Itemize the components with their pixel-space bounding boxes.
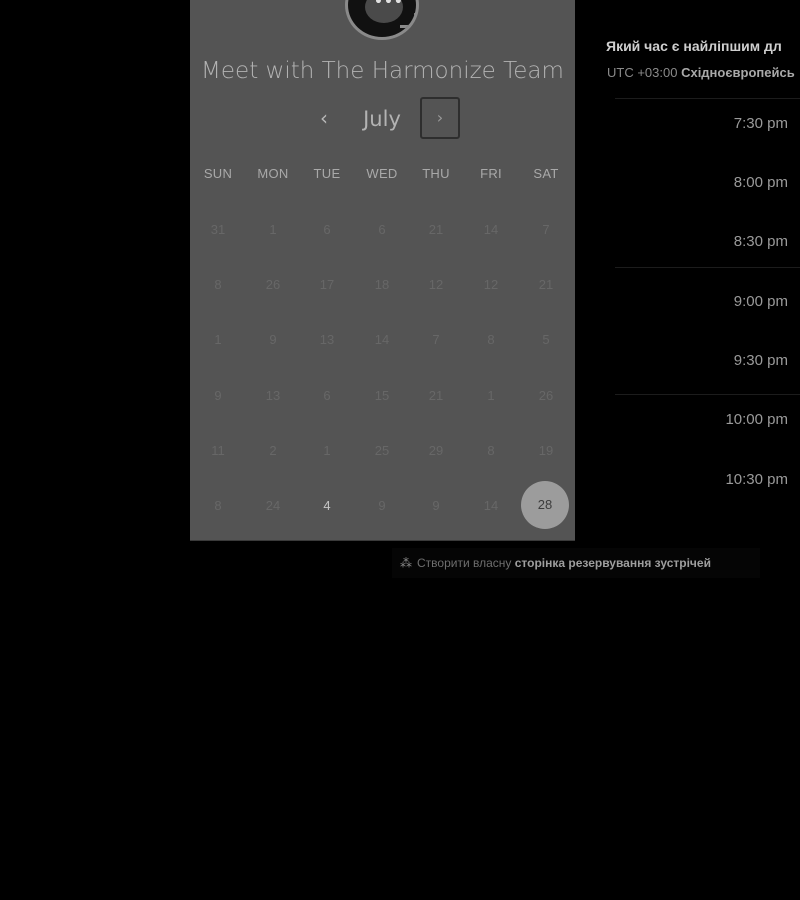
calendar-day: 1	[214, 332, 222, 347]
calendar-day: 5	[542, 332, 550, 347]
weekday-wed: WED	[366, 166, 398, 181]
calendar-day: 21	[538, 277, 554, 292]
create-booking-page-link[interactable]: сторінка резервування зустрічей	[515, 556, 711, 570]
timezone-offset: UTC +03:00	[607, 65, 678, 80]
weekday-tue: TUE	[313, 166, 341, 181]
calendar-day: 8	[487, 332, 495, 347]
time-slot[interactable]: 10:30 pm	[668, 471, 788, 488]
calendar-day: 9	[378, 498, 386, 513]
weekday-fri: FRI	[480, 166, 502, 181]
calendar-day: 14	[483, 498, 499, 513]
calendar-day: 7	[432, 332, 440, 347]
calendar-day: 17	[319, 277, 335, 292]
calendar-day: 13	[265, 388, 281, 403]
weekday-thu: THU	[422, 166, 450, 181]
calendar-day: 9	[269, 332, 277, 347]
calendar-day: 14	[483, 222, 499, 237]
calendar-day: 6	[323, 388, 331, 403]
calendar-day: 26	[538, 388, 554, 403]
calendar-day: 19	[538, 443, 554, 458]
calendar-day: 14	[374, 332, 390, 347]
timezone-name: Східноєвропейсь	[681, 65, 795, 80]
calendar-day: 8	[214, 277, 222, 292]
calendar-day: 8	[487, 443, 495, 458]
page-title: Meet with The Harmonize Team	[201, 58, 564, 84]
time-slot[interactable]: 8:00 pm	[668, 174, 788, 191]
calendar-day-available[interactable]: 4	[302, 496, 352, 516]
divider	[615, 98, 800, 99]
calendar-day: 6	[378, 222, 386, 237]
calendar-day: 2	[269, 443, 277, 458]
weekday-sat: SAT	[533, 166, 559, 181]
hubspot-sprocket-icon: ⁂	[400, 556, 412, 570]
time-question-heading: Який час є найліпшим дл	[606, 38, 782, 54]
calendar-day: 26	[265, 277, 281, 292]
calendar-day: 8	[214, 498, 222, 513]
calendar-day-selected[interactable]: 28	[521, 481, 569, 529]
footer-text: Створити власну сторінка резервування зу…	[417, 556, 711, 570]
prev-month-button[interactable]: ‹	[308, 104, 340, 134]
calendar-day: 1	[269, 222, 277, 237]
calendar-day: 7	[542, 222, 550, 237]
month-label: July	[363, 107, 401, 131]
calendar-day: 18	[374, 277, 390, 292]
calendar-day: 12	[483, 277, 499, 292]
time-slot[interactable]: 9:30 pm	[668, 352, 788, 369]
next-month-button[interactable]: ›	[420, 97, 460, 139]
calendar-day: 1	[323, 443, 331, 458]
calendar-day: 6	[323, 222, 331, 237]
calendar-day: 24	[265, 498, 281, 513]
calendar-day: 13	[319, 332, 335, 347]
calendar-day: 21	[428, 388, 444, 403]
calendar-day: 15	[374, 388, 390, 403]
calendar-day: 1	[487, 388, 495, 403]
calendar-day: 11	[211, 443, 225, 458]
weekday-mon: MON	[257, 166, 289, 181]
time-slot[interactable]: 7:30 pm	[668, 115, 788, 132]
calendar-day: 9	[432, 498, 440, 513]
calendar-day: 12	[428, 277, 444, 292]
timezone-label[interactable]: UTC +03:00 Східноєвропейсь	[607, 65, 795, 80]
divider	[615, 267, 800, 268]
divider	[615, 394, 800, 395]
calendar-day: 31	[210, 222, 226, 237]
time-slot[interactable]: 10:00 pm	[668, 411, 788, 428]
time-slot[interactable]: 9:00 pm	[668, 293, 788, 310]
calendar-day: 9	[214, 388, 222, 403]
calendar-day: 21	[428, 222, 444, 237]
footer-banner: ⁂ Створити власну сторінка резервування …	[392, 548, 760, 578]
weekday-sun: SUN	[203, 166, 233, 181]
time-slot[interactable]: 8:30 pm	[668, 233, 788, 250]
calendar-day: 29	[428, 443, 444, 458]
calendar-day: 25	[374, 443, 390, 458]
